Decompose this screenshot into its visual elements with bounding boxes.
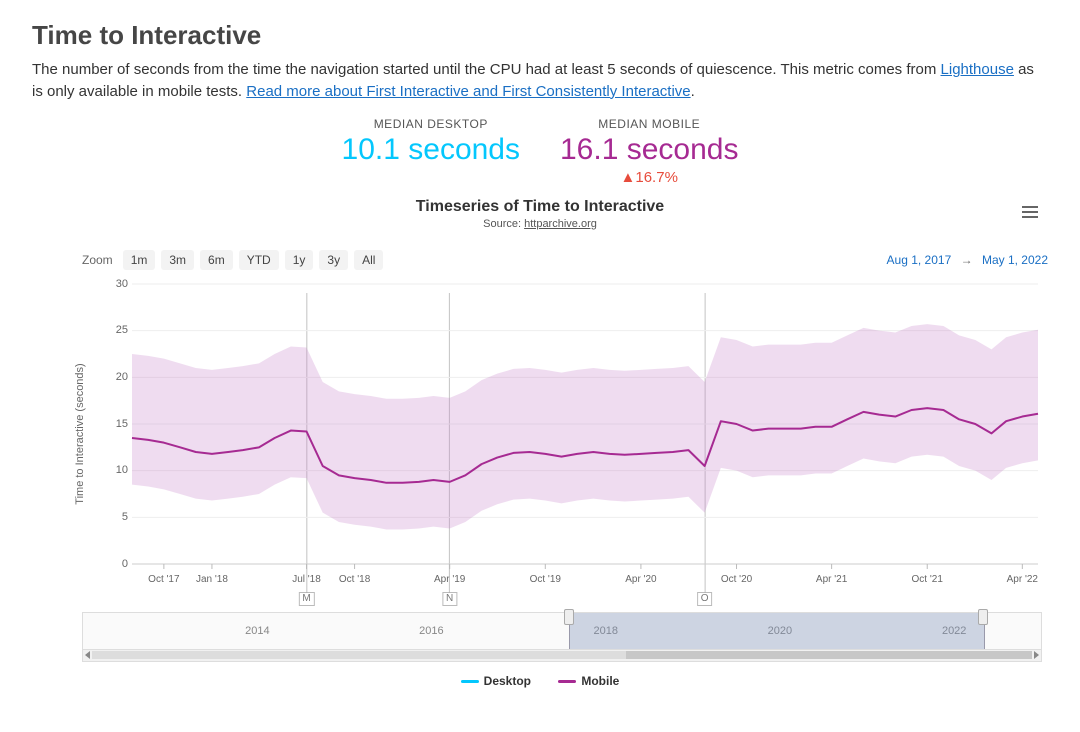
median-mobile: MEDIAN MOBILE 16.1 seconds ▲16.7% xyxy=(560,117,738,186)
median-mobile-label: MEDIAN MOBILE xyxy=(560,117,738,131)
legend-desktop[interactable]: Desktop xyxy=(461,674,531,688)
navigator-handle-left[interactable] xyxy=(564,609,574,625)
date-from[interactable]: Aug 1, 2017 xyxy=(887,253,952,267)
median-desktop-label: MEDIAN DESKTOP xyxy=(342,117,520,131)
zoom-label: Zoom xyxy=(82,253,113,267)
chart-flag[interactable]: N xyxy=(442,592,457,606)
legend-desktop-label: Desktop xyxy=(484,674,531,688)
median-mobile-delta: ▲16.7% xyxy=(560,169,738,186)
legend-desktop-swatch-icon xyxy=(461,680,479,683)
date-arrow-icon: → xyxy=(961,253,973,267)
zoom-controls: Zoom 1m 3m 6m YTD 1y 3y All xyxy=(82,250,383,270)
source-prefix: Source: xyxy=(483,218,524,230)
read-more-link[interactable]: Read more about First Interactive and Fi… xyxy=(246,83,690,100)
navigator-scrollbar[interactable] xyxy=(82,650,1042,662)
navigator-selection[interactable] xyxy=(569,613,985,649)
metric-summary: MEDIAN DESKTOP 10.1 seconds MEDIAN MOBIL… xyxy=(32,117,1048,186)
legend-mobile-label: Mobile xyxy=(581,674,619,688)
chart-menu-icon[interactable] xyxy=(1018,200,1042,224)
navigator-handle-right[interactable] xyxy=(978,609,988,625)
zoom-ytd-button[interactable]: YTD xyxy=(239,250,279,270)
scroll-right-icon[interactable] xyxy=(1034,651,1039,659)
navigator-year-label: 2014 xyxy=(245,625,269,637)
chart-subtitle: Source: httparchive.org xyxy=(32,218,1048,230)
zoom-3y-button[interactable]: 3y xyxy=(319,250,348,270)
scroll-left-icon[interactable] xyxy=(85,651,90,659)
chart-legend: Desktop Mobile xyxy=(32,674,1048,688)
zoom-all-button[interactable]: All xyxy=(354,250,383,270)
date-to[interactable]: May 1, 2022 xyxy=(982,253,1048,267)
chart-navigator[interactable]: 20142016201820202022 xyxy=(82,612,1042,650)
chart-plot-area[interactable]: Time to Interactive (seconds) 0510152025… xyxy=(82,274,1042,594)
navigator-year-label: 2016 xyxy=(419,625,443,637)
median-mobile-value: 16.1 seconds xyxy=(560,133,738,167)
legend-mobile[interactable]: Mobile xyxy=(558,674,619,688)
desc-text-1: The number of seconds from the time the … xyxy=(32,61,941,78)
page-title: Time to Interactive xyxy=(32,20,1048,51)
description: The number of seconds from the time the … xyxy=(32,59,1048,103)
chart-flag[interactable]: O xyxy=(697,592,713,606)
zoom-6m-button[interactable]: 6m xyxy=(200,250,233,270)
date-range[interactable]: Aug 1, 2017 → May 1, 2022 xyxy=(887,253,1048,267)
chart-flag[interactable]: M xyxy=(298,592,314,606)
zoom-1m-button[interactable]: 1m xyxy=(123,250,156,270)
lighthouse-link[interactable]: Lighthouse xyxy=(941,61,1014,78)
median-desktop-value: 10.1 seconds xyxy=(342,133,520,167)
source-link[interactable]: httparchive.org xyxy=(524,218,597,230)
chart-title: Timeseries of Time to Interactive xyxy=(32,198,1048,216)
desc-text-3: . xyxy=(691,83,695,100)
legend-mobile-swatch-icon xyxy=(558,680,576,683)
zoom-1y-button[interactable]: 1y xyxy=(285,250,314,270)
zoom-3m-button[interactable]: 3m xyxy=(161,250,194,270)
median-desktop: MEDIAN DESKTOP 10.1 seconds xyxy=(342,117,520,186)
chart-container: Timeseries of Time to Interactive Source… xyxy=(32,192,1048,688)
